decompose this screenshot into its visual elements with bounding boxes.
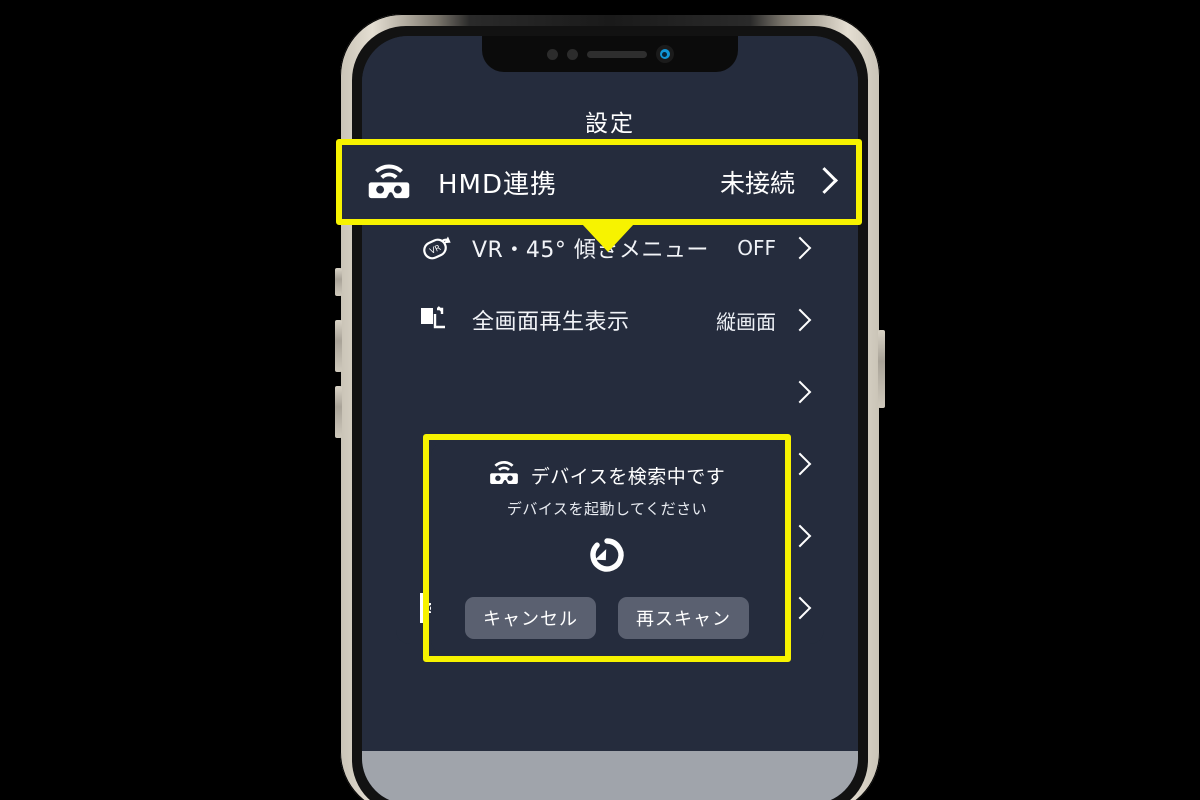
dialog-title: デバイスを検索中です (530, 465, 726, 488)
vr-tilt-icon: VR (414, 232, 456, 264)
proximity-sensor-icon (566, 48, 578, 60)
front-camera-icon (655, 45, 674, 63)
callout-value: 未接続 (719, 169, 795, 198)
chevron-right-icon (811, 166, 838, 194)
phone-notch (482, 36, 738, 72)
page-title: 設定 (585, 111, 635, 137)
callout-label: HMD連携 (438, 169, 558, 200)
dialog-actions: キャンセル 再スキャン (465, 597, 749, 639)
cancel-button[interactable]: キャンセル (465, 597, 596, 639)
sensor-dot-icon (546, 48, 558, 60)
chevron-right-icon (788, 452, 812, 476)
chevron-right-icon (788, 308, 812, 332)
fullscreen-rotate-icon (414, 304, 456, 336)
screenshot-root: 設定 VR VR・45° 傾きメニュー OFF 全画面再生表示 縦画面 HMD連… (0, 0, 1200, 800)
callout-highlight-hmd: HMD連携 未接続 (336, 139, 862, 225)
vr-goggles-wifi-icon (362, 163, 416, 201)
chevron-right-icon (788, 380, 812, 404)
mute-switch-button[interactable] (335, 268, 342, 296)
chevron-right-icon (788, 596, 812, 620)
power-button[interactable] (878, 330, 885, 408)
dialog-subtitle: デバイスを起動してください (506, 500, 708, 518)
volume-down-button[interactable] (335, 386, 342, 438)
settings-row-label: 全画面再生表示 (472, 310, 630, 335)
chevron-right-icon (788, 236, 812, 260)
settings-row-value: 縦画面 (716, 309, 776, 334)
settings-row-value: OFF (737, 236, 776, 260)
svg-text:VR: VR (428, 243, 442, 256)
chevron-right-icon (788, 524, 812, 548)
volume-up-button[interactable] (335, 320, 342, 372)
device-scan-dialog: デバイスを検索中です デバイスを起動してください キャンセル 再スキャン (431, 442, 783, 654)
dialog-header: デバイスを検索中です (489, 460, 725, 490)
vr-goggles-wifi-icon (489, 460, 519, 490)
rescan-button[interactable]: 再スキャン (618, 597, 749, 639)
settings-row-fullscreen[interactable]: 全画面再生表示 縦画面 (396, 284, 824, 356)
settings-row-obscured[interactable] (396, 356, 824, 428)
refresh-circular-arrow-icon (587, 535, 627, 579)
earpiece-speaker-icon (586, 50, 647, 58)
callout-pointer-arrow (582, 224, 634, 252)
